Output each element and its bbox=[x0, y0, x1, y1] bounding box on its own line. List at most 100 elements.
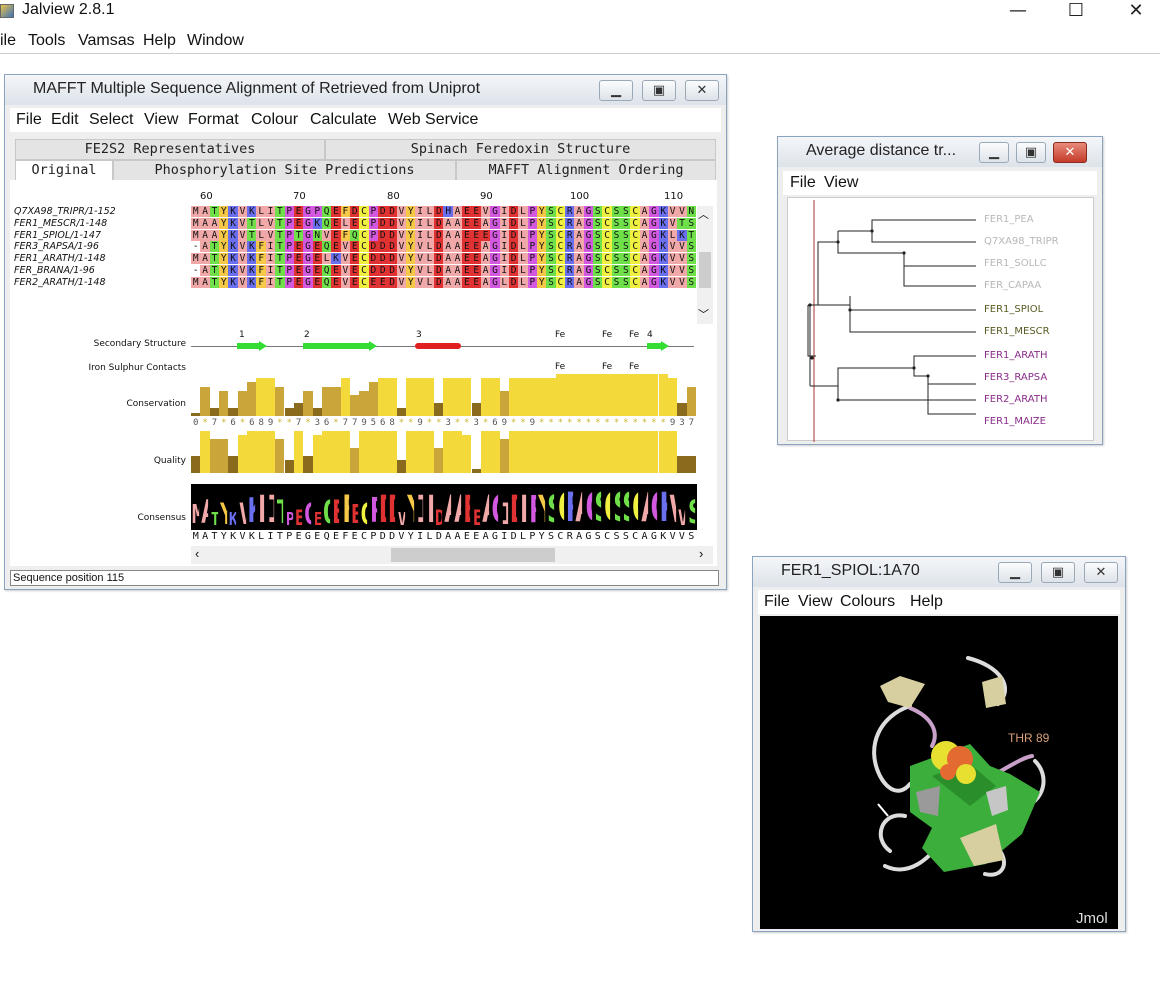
residue-cell[interactable]: K bbox=[658, 276, 668, 288]
menu-format[interactable]: Format bbox=[188, 111, 239, 129]
residue-cell[interactable]: V bbox=[667, 265, 678, 276]
residue-cell[interactable]: K bbox=[228, 241, 238, 253]
residue-cell[interactable]: P bbox=[368, 206, 379, 217]
residue-cell[interactable]: Q bbox=[321, 265, 332, 276]
residue-cell[interactable]: D bbox=[368, 265, 379, 276]
menu-file[interactable]: File bbox=[790, 174, 816, 192]
residue-cell[interactable]: T bbox=[247, 217, 257, 229]
menu-select[interactable]: Select bbox=[89, 111, 133, 129]
residue-cell[interactable]: C bbox=[602, 217, 612, 229]
tab-phosphorylation-site-predictions[interactable]: Phosphorylation Site Predictions bbox=[113, 160, 456, 181]
residue-cell[interactable]: P bbox=[368, 229, 379, 241]
residue-cell[interactable]: V bbox=[677, 206, 687, 217]
residue-cell[interactable]: T bbox=[275, 276, 285, 288]
residue-cell[interactable]: T bbox=[275, 241, 285, 253]
residue-cell[interactable]: T bbox=[275, 206, 285, 217]
jmol-viewer[interactable]: THR 89 Jmol bbox=[760, 616, 1118, 929]
residue-cell[interactable]: V bbox=[677, 241, 687, 253]
residue-cell[interactable]: D bbox=[378, 206, 388, 217]
residue-cell[interactable]: P bbox=[284, 253, 294, 265]
scroll-left-icon[interactable]: ‹ bbox=[195, 546, 199, 561]
residue-cell[interactable]: D bbox=[378, 253, 388, 265]
residue-cell[interactable]: Q bbox=[349, 229, 360, 241]
residue-cell[interactable]: E bbox=[331, 241, 341, 253]
residue-cell[interactable]: L bbox=[424, 229, 435, 241]
residue-cell[interactable]: C bbox=[555, 265, 566, 276]
alignment-window-titlebar[interactable]: MAFFT Multiple Sequence Alignment of Ret… bbox=[5, 75, 726, 105]
residue-cell[interactable]: C bbox=[630, 206, 640, 217]
residue-cell[interactable]: T bbox=[247, 229, 257, 241]
residue-cell[interactable]: E bbox=[462, 253, 472, 265]
residue-cell[interactable]: V bbox=[480, 206, 491, 217]
residue-cell[interactable]: G bbox=[490, 276, 500, 288]
residue-cell[interactable]: A bbox=[639, 206, 650, 217]
tree-leaf-label[interactable]: FER1_MAIZE bbox=[984, 416, 1046, 427]
residue-cell[interactable]: V bbox=[667, 276, 678, 288]
residue-cell[interactable]: L bbox=[518, 241, 528, 253]
residue-cell[interactable]: K bbox=[247, 276, 257, 288]
residue-cell[interactable]: F bbox=[256, 241, 266, 253]
residue-cell[interactable]: V bbox=[667, 253, 678, 265]
residue-cell[interactable]: D bbox=[508, 229, 519, 241]
residue-cell[interactable]: P bbox=[527, 276, 538, 288]
residue-cell[interactable]: D bbox=[368, 253, 379, 265]
residue-cell[interactable]: K bbox=[228, 253, 238, 265]
residue-cell[interactable]: D bbox=[378, 229, 388, 241]
residue-cell[interactable]: Q bbox=[321, 217, 332, 229]
residue-cell[interactable]: A bbox=[443, 276, 453, 288]
residue-cell[interactable]: S bbox=[593, 206, 603, 217]
residue-cell[interactable]: L bbox=[424, 265, 435, 276]
residue-cell[interactable]: A bbox=[452, 253, 463, 265]
residue-cell[interactable]: G bbox=[649, 229, 659, 241]
residue-cell[interactable]: A bbox=[574, 206, 584, 217]
residue-cell[interactable]: F bbox=[340, 206, 351, 217]
residue-cell[interactable]: S bbox=[611, 217, 622, 229]
residue-cell[interactable]: L bbox=[424, 206, 435, 217]
residue-cell[interactable]: E bbox=[471, 265, 481, 276]
residue-cell[interactable]: A bbox=[200, 265, 210, 276]
residue-cell[interactable]: S bbox=[546, 206, 556, 217]
residue-cell[interactable]: C bbox=[630, 253, 640, 265]
residue-cell[interactable]: S bbox=[621, 217, 631, 229]
residue-cell[interactable]: C bbox=[630, 241, 640, 253]
residue-cell[interactable]: A bbox=[200, 217, 210, 229]
residue-cell[interactable]: G bbox=[583, 217, 594, 229]
residue-cell[interactable]: G bbox=[490, 265, 500, 276]
residue-cell[interactable]: T bbox=[275, 253, 285, 265]
residue-cell[interactable]: E bbox=[471, 253, 481, 265]
residue-cell[interactable]: G bbox=[649, 276, 659, 288]
residue-cell[interactable]: S bbox=[611, 206, 622, 217]
residue-cell[interactable]: Y bbox=[406, 241, 416, 253]
residue-cell[interactable]: C bbox=[359, 265, 369, 276]
residue-cell[interactable]: G bbox=[490, 241, 500, 253]
residue-cell[interactable]: Q bbox=[321, 241, 332, 253]
residue-cell[interactable]: L bbox=[424, 241, 435, 253]
residue-cell[interactable]: A bbox=[200, 241, 210, 253]
residue-cell[interactable]: P bbox=[527, 206, 538, 217]
residue-cell[interactable]: A bbox=[452, 206, 463, 217]
sequence-name[interactable]: Q7XA98_TRIPR/1-152 bbox=[14, 206, 116, 217]
residue-cell[interactable]: P bbox=[312, 206, 323, 217]
residue-cell[interactable]: G bbox=[649, 253, 659, 265]
residue-cell[interactable]: K bbox=[247, 253, 257, 265]
residue-cell[interactable]: A bbox=[200, 253, 210, 265]
menu-window[interactable]: Window bbox=[187, 32, 244, 50]
residue-cell[interactable]: K bbox=[228, 217, 238, 229]
residue-cell[interactable]: R bbox=[565, 217, 575, 229]
tab-spinach-feredoxin-structure[interactable]: Spinach Feredoxin Structure bbox=[325, 139, 716, 160]
residue-cell[interactable]: K bbox=[658, 206, 668, 217]
residue-cell[interactable]: G bbox=[303, 241, 313, 253]
residue-cell[interactable]: V bbox=[667, 241, 678, 253]
residue-cell[interactable]: A bbox=[574, 241, 584, 253]
residue-cell[interactable]: T bbox=[686, 229, 697, 241]
residue-cell[interactable]: A bbox=[452, 265, 463, 276]
residue-cell[interactable]: T bbox=[293, 229, 304, 241]
sequence-alignment-grid[interactable]: MATYKVKLITPEGPQEFDCPDDVYILDHAEEVGIDLPYSC… bbox=[191, 206, 697, 316]
vertical-scrollbar[interactable]: ︿ ﹀ bbox=[697, 206, 713, 324]
residue-cell[interactable]: D bbox=[434, 206, 444, 217]
residue-cell[interactable]: V bbox=[340, 276, 351, 288]
residue-cell[interactable]: D bbox=[508, 206, 519, 217]
residue-cell[interactable]: K bbox=[658, 217, 668, 229]
tab-mafft-alignment-ordering[interactable]: MAFFT Alignment Ordering bbox=[456, 160, 716, 181]
residue-cell[interactable]: Y bbox=[406, 229, 416, 241]
